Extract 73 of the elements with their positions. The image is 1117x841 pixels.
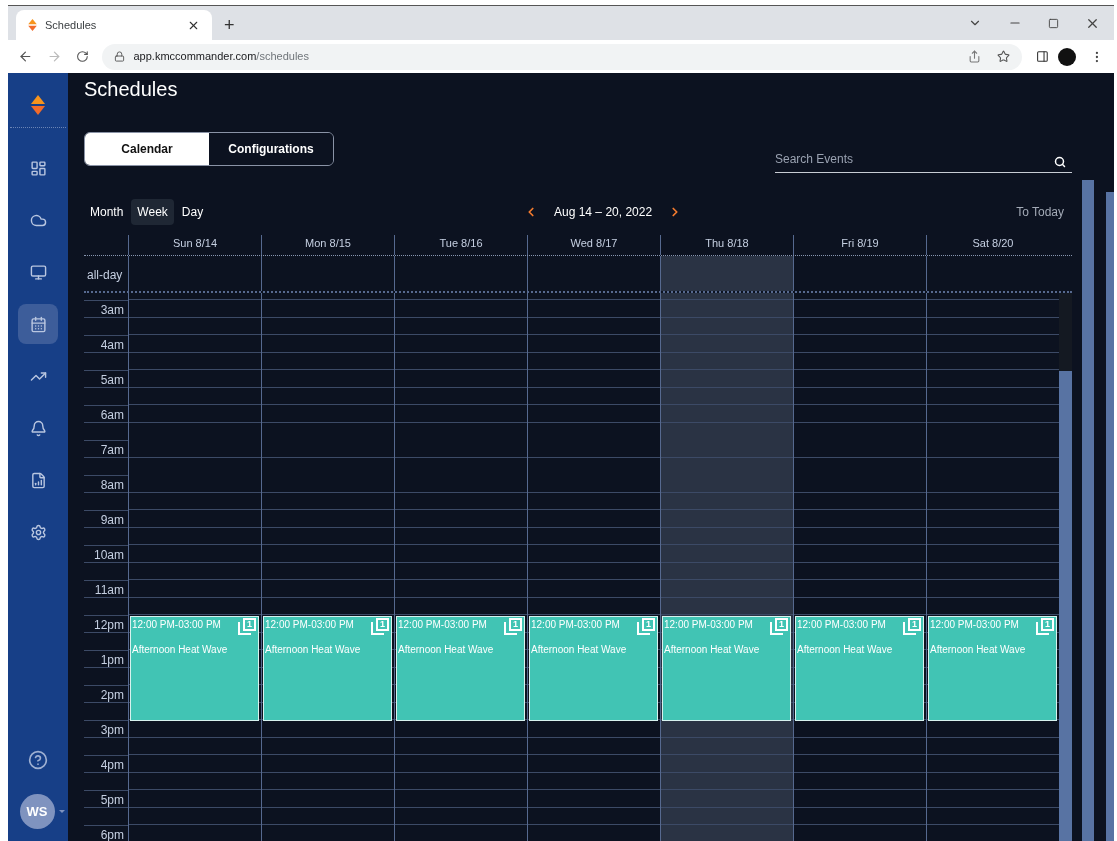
help-icon[interactable] — [28, 750, 48, 770]
hour-label: 2pm — [100, 686, 124, 704]
hour-label: 11am — [94, 581, 124, 599]
back-icon[interactable] — [18, 49, 33, 64]
tab[interactable]: Calendar — [85, 133, 209, 165]
day-header: Sun 8/14 — [128, 235, 261, 255]
star-icon[interactable] — [996, 50, 1010, 63]
maximize-icon[interactable] — [1048, 17, 1059, 29]
hour-label: 4pm — [100, 756, 124, 774]
caret-icon[interactable] — [58, 810, 65, 813]
day-header: Thu 8/18 — [660, 235, 793, 255]
settings-icon — [29, 523, 47, 541]
day-header: Mon 8/15 — [261, 235, 394, 255]
browser-tab[interactable]: Schedules — [16, 10, 212, 40]
logo-icon — [31, 95, 45, 115]
event-time: 12:00 PM-03:00 PM — [265, 617, 354, 632]
tab-title: Schedules — [45, 17, 98, 33]
hour-label: 4am — [100, 336, 124, 354]
today-button[interactable]: To Today — [1016, 203, 1064, 221]
monitor-icon — [29, 263, 47, 281]
event-title: Afternoon Heat Wave — [398, 642, 495, 657]
event-title: Afternoon Heat Wave — [664, 642, 761, 657]
hour-label: 1pm — [100, 651, 124, 669]
share-icon[interactable] — [967, 50, 981, 63]
view-button[interactable]: Week — [131, 199, 174, 225]
url-text: app.kmccommander.com/schedules — [133, 49, 310, 65]
event-time: 12:00 PM-03:00 PM — [398, 617, 487, 632]
day-header: Fri 8/19 — [793, 235, 926, 255]
bell-icon — [29, 419, 47, 437]
hour-label: 3am — [100, 301, 124, 319]
hour-label: 3pm — [100, 721, 124, 739]
event-title: Afternoon Heat Wave — [265, 642, 362, 657]
profile-avatar[interactable] — [1058, 47, 1077, 66]
event-time: 12:00 PM-03:00 PM — [664, 617, 753, 632]
event-time: 12:00 PM-03:00 PM — [930, 617, 1019, 632]
page-title: Schedules — [84, 77, 179, 102]
event-time: 12:00 PM-03:00 PM — [797, 617, 886, 632]
calendar-icon — [29, 315, 47, 333]
hour-label: 6am — [100, 406, 124, 424]
logo-icon — [28, 19, 37, 31]
search-icon — [1054, 156, 1066, 168]
reload-icon[interactable] — [75, 50, 89, 63]
event-title: Afternoon Heat Wave — [797, 642, 894, 657]
event-time: 12:00 PM-03:00 PM — [132, 617, 221, 632]
lock-icon — [114, 51, 126, 62]
hour-label: 12pm — [93, 616, 124, 634]
hour-label: 8am — [100, 476, 124, 494]
scrollbar-thumb[interactable] — [1082, 180, 1094, 841]
event-title: Afternoon Heat Wave — [930, 642, 1027, 657]
event-time: 12:00 PM-03:00 PM — [531, 617, 620, 632]
hour-label: 5am — [100, 371, 124, 389]
report-icon — [29, 471, 47, 489]
side-panel-icon[interactable] — [1035, 50, 1049, 63]
dashboard-icon — [29, 159, 47, 177]
date-range: Aug 14 – 20, 2022 — [554, 204, 653, 221]
scrollbar-thumb[interactable] — [1106, 192, 1114, 841]
sidebar-item[interactable] — [18, 304, 58, 344]
day-header: Sat 8/20 — [926, 235, 1059, 255]
view-button[interactable]: Month — [84, 199, 130, 225]
search-field[interactable]: Search Events — [775, 146, 1072, 173]
hour-label: 9am — [100, 511, 124, 529]
event-title: Afternoon Heat Wave — [132, 642, 229, 657]
view-button[interactable]: Day — [175, 199, 210, 225]
day-header: Tue 8/16 — [394, 235, 527, 255]
hour-label: 6pm — [100, 826, 124, 841]
hour-label: 10am — [93, 546, 124, 564]
day-header: Wed 8/17 — [527, 235, 660, 255]
hour-label: 5pm — [100, 791, 124, 809]
address-bar[interactable]: app.kmccommander.com/schedules — [102, 43, 1022, 70]
all-day-label: all-day — [86, 267, 124, 284]
hour-label: 7am — [100, 441, 124, 459]
event-title: Afternoon Heat Wave — [531, 642, 628, 657]
new-tab-button[interactable]: + — [224, 16, 235, 34]
